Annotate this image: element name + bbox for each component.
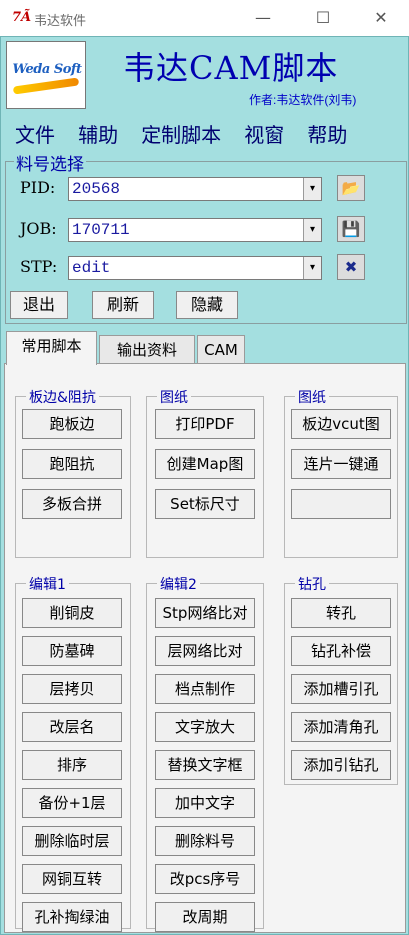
- app-icon: 7Ã: [12, 10, 32, 25]
- text-enlarge-button[interactable]: 文字放大: [155, 712, 255, 742]
- drill-compensation-button[interactable]: 钻孔补偿: [291, 636, 391, 666]
- section-legend-edit1: 编辑1: [26, 574, 69, 594]
- refresh-button[interactable]: 刷新: [92, 291, 154, 319]
- pid-label: PID:: [20, 178, 56, 197]
- close-icon[interactable]: ✖: [337, 254, 365, 280]
- replace-text-frame-button[interactable]: 替换文字框: [155, 750, 255, 780]
- menu-help[interactable]: 帮助: [307, 119, 347, 148]
- material-select-group: 料号选择 PID: ▾ 📂 JOB: ▾ 💾 STP: ▾ ✖ 退出 刷新 隐藏: [5, 150, 407, 324]
- pid-combo[interactable]: ▾: [68, 177, 322, 201]
- tab-output-data[interactable]: 输出资料: [99, 335, 195, 364]
- panel-one-click-button[interactable]: 连片一键通: [291, 449, 391, 479]
- sort-button[interactable]: 排序: [22, 750, 122, 780]
- board-vcut-drawing-button[interactable]: 板边vcut图: [291, 409, 391, 439]
- multi-board-merge-button[interactable]: 多板合拼: [22, 489, 122, 519]
- empty-button[interactable]: [291, 489, 391, 519]
- menu-bar: 文件 辅助 定制脚本 视窗 帮助: [15, 119, 365, 147]
- add-corner-clear-hole-button[interactable]: 添加清角孔: [291, 712, 391, 742]
- stp-label: STP:: [20, 257, 58, 276]
- change-pcs-number-button[interactable]: 改pcs序号: [155, 864, 255, 894]
- run-impedance-button[interactable]: 跑阻抗: [22, 449, 122, 479]
- menu-assist[interactable]: 辅助: [78, 119, 118, 148]
- delete-job-button[interactable]: 删除料号: [155, 826, 255, 856]
- section-board-impedance: 板边&阻抗 跑板边 跑阻抗 多板合拼: [15, 387, 131, 558]
- section-drawing: 图纸 打印PDF 创建Map图 Set标尺寸: [146, 387, 264, 558]
- job-input[interactable]: [69, 219, 297, 241]
- section-drawing-2: 图纸 板边vcut图 连片一键通: [284, 387, 398, 558]
- title-bar: 7Ã 韦达软件 — ☐ ✕: [0, 0, 409, 36]
- tab-cam[interactable]: CAM: [197, 335, 245, 364]
- maximize-button[interactable]: ☐: [300, 4, 346, 32]
- run-board-edge-button[interactable]: 跑板边: [22, 409, 122, 439]
- hide-button[interactable]: 隐藏: [176, 291, 238, 319]
- section-edit1: 编辑1 削铜皮 防墓碑 层拷贝 改层名 排序 备份+1层 删除临时层 网铜互转 …: [15, 574, 131, 932]
- add-slot-pilot-hole-button[interactable]: 添加槽引孔: [291, 674, 391, 704]
- section-legend-drill: 钻孔: [295, 574, 329, 594]
- layer-netlist-compare-button[interactable]: 层网络比对: [155, 636, 255, 666]
- save-icon[interactable]: 💾: [337, 216, 365, 242]
- stp-netlist-compare-button[interactable]: Stp网络比对: [155, 598, 255, 628]
- window-title: 韦达软件: [34, 14, 87, 29]
- convert-hole-button[interactable]: 转孔: [291, 598, 391, 628]
- menu-view[interactable]: 视窗: [244, 119, 284, 148]
- section-legend-board-impedance: 板边&阻抗: [26, 387, 99, 407]
- change-period-button[interactable]: 改周期: [155, 902, 255, 932]
- job-label: JOB:: [20, 219, 57, 238]
- main-window: Weda Soft 韦达CAM脚本 作者:韦达软件(刘韦) 文件 辅助 定制脚本…: [0, 36, 409, 935]
- layer-copy-button[interactable]: 层拷贝: [22, 674, 122, 704]
- material-group-legend: 料号选择: [14, 150, 86, 175]
- stp-input[interactable]: [69, 257, 297, 279]
- open-folder-icon[interactable]: 📂: [337, 175, 365, 201]
- exit-button[interactable]: 退出: [10, 291, 68, 319]
- backup-layer-button[interactable]: 备份+1层: [22, 788, 122, 818]
- logo-swoosh: [12, 77, 80, 95]
- close-window-button[interactable]: ✕: [358, 4, 404, 32]
- minimize-button[interactable]: —: [240, 4, 286, 32]
- rename-layer-button[interactable]: 改层名: [22, 712, 122, 742]
- tab-panel-common-scripts: 板边&阻抗 跑板边 跑阻抗 多板合拼 图纸 打印PDF 创建Map图 Set标尺…: [4, 363, 406, 933]
- create-map-button[interactable]: 创建Map图: [155, 449, 255, 479]
- section-drill: 钻孔 转孔 钻孔补偿 添加槽引孔 添加清角孔 添加引钻孔: [284, 574, 398, 785]
- section-legend-edit2: 编辑2: [157, 574, 200, 594]
- anti-tombstone-button[interactable]: 防墓碑: [22, 636, 122, 666]
- mesh-copper-convert-button[interactable]: 网铜互转: [22, 864, 122, 894]
- logo-text: Weda Soft: [12, 62, 82, 77]
- delete-temp-layer-button[interactable]: 删除临时层: [22, 826, 122, 856]
- stp-dropdown-button[interactable]: ▾: [303, 257, 321, 279]
- set-dimension-button[interactable]: Set标尺寸: [155, 489, 255, 519]
- pid-dropdown-button[interactable]: ▾: [303, 178, 321, 200]
- weda-logo: Weda Soft: [6, 41, 86, 109]
- section-edit2: 编辑2 Stp网络比对 层网络比对 档点制作 文字放大 替换文字框 加中文字 删…: [146, 574, 264, 932]
- hole-solder-mask-button[interactable]: 孔补掏绿油: [22, 902, 122, 932]
- stp-combo[interactable]: ▾: [68, 256, 322, 280]
- shave-copper-button[interactable]: 削铜皮: [22, 598, 122, 628]
- job-combo[interactable]: ▾: [68, 218, 322, 242]
- menu-custom-script[interactable]: 定制脚本: [141, 119, 221, 148]
- job-dropdown-button[interactable]: ▾: [303, 219, 321, 241]
- author-label: 作者:韦达软件(刘韦): [249, 93, 357, 107]
- app-heading: 韦达CAM脚本: [123, 49, 339, 87]
- section-legend-drawing-2: 图纸: [295, 387, 329, 407]
- tab-common-scripts[interactable]: 常用脚本: [6, 331, 97, 365]
- add-pilot-drill-hole-button[interactable]: 添加引钻孔: [291, 750, 391, 780]
- section-legend-drawing: 图纸: [157, 387, 191, 407]
- pid-input[interactable]: [69, 178, 297, 200]
- menu-file[interactable]: 文件: [15, 119, 55, 148]
- print-pdf-button[interactable]: 打印PDF: [155, 409, 255, 439]
- add-chinese-text-button[interactable]: 加中文字: [155, 788, 255, 818]
- stop-point-make-button[interactable]: 档点制作: [155, 674, 255, 704]
